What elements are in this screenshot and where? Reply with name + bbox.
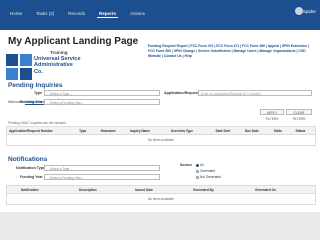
source-all-label: All (200, 163, 204, 167)
nav-home[interactable]: Home (8, 10, 24, 18)
user-name[interactable]: Spider (303, 9, 316, 14)
col-type[interactable]: Type (77, 129, 98, 133)
col-status[interactable]: Status (294, 129, 315, 133)
logo-text: Training Universal Service Administrativ… (34, 50, 81, 75)
notifications-table-header: Notification Description Issued Date Gen… (7, 186, 315, 194)
col-generated-on[interactable]: Generated On (253, 188, 305, 192)
col-application-request-number[interactable]: Application/Request Number (7, 129, 77, 133)
source-not-generated-radio[interactable] (196, 175, 199, 179)
pending-empty-message: No items available (147, 138, 175, 142)
main-page: My Applicant Landing Page Training Unive… (0, 30, 320, 212)
col-nickname[interactable]: Nickname (99, 129, 128, 133)
pending-table-header: Application/Request Number Type Nickname… (7, 127, 315, 135)
clear-filters-button[interactable]: CLEAR FILTERS (286, 109, 312, 121)
usac-logo-icon (6, 54, 32, 80)
col-description[interactable]: Description (77, 188, 133, 192)
notifications-table: Notification Description Issued Date Gen… (6, 185, 316, 205)
notifications-empty-message: No items available (147, 197, 175, 201)
col-edits[interactable]: Edits (272, 129, 293, 133)
source-not-generated-label: Not Generated (200, 175, 221, 179)
application-request-label: Application/Request (164, 91, 199, 95)
apply-filters-button[interactable]: APPLY FILTERS (260, 109, 284, 121)
col-notification[interactable]: Notification (7, 188, 77, 192)
notification-funding-year-label: Funding Year (20, 175, 43, 179)
application-request-input[interactable]: Enter an Application/Request ID # Number (198, 90, 312, 96)
type-select-value: -- Select a Type -- (47, 92, 73, 96)
col-inquiry-name[interactable]: Inquiry Name (128, 129, 169, 133)
funding-year-select-value: -- Select a Funding Year -- (47, 101, 85, 105)
notifications-title: Notifications (8, 156, 48, 163)
type-select[interactable]: -- Select a Type -- (44, 90, 160, 96)
source-label: Source (180, 163, 193, 167)
notification-funding-year-select-value: -- Select a Funding Year -- (47, 176, 85, 180)
type-label: Type (34, 91, 43, 95)
col-overview-type[interactable]: Overview Type (169, 129, 214, 133)
col-due-date[interactable]: Due Date (243, 129, 272, 133)
user-avatar[interactable] (295, 7, 303, 15)
notification-type-select[interactable]: -- Select a Type -- (44, 165, 160, 171)
top-navigation-bar: Home Tasks (2) Records Reports Actions S… (0, 0, 320, 30)
pending-note: Pending USAC Inquiries are not included (8, 121, 66, 125)
nav-records[interactable]: Records (66, 10, 87, 18)
source-all-radio[interactable] (196, 163, 199, 167)
nav-reports[interactable]: Reports (97, 10, 119, 18)
pending-inquiries-title: Pending Inquiries (8, 82, 63, 89)
notification-type-label: Notification Type (16, 166, 45, 170)
logo-line-3: Co. (34, 68, 44, 75)
funding-year-select[interactable]: -- Select a Funding Year -- (44, 99, 160, 105)
quick-links[interactable]: Funding Request Report | FCC Form 470 | … (148, 44, 312, 60)
notification-funding-year-select[interactable]: -- Select a Funding Year -- (44, 174, 160, 180)
col-generated-by[interactable]: Generated By (191, 188, 253, 192)
pending-inquiries-table: Application/Request Number Type Nickname… (6, 126, 316, 146)
source-generated-label: Generated (200, 169, 216, 173)
col-date-sent[interactable]: Date Sent (214, 129, 243, 133)
nav-tasks[interactable]: Tasks (2) (34, 10, 56, 18)
nav-actions[interactable]: Actions (128, 10, 147, 18)
page-title: My Applicant Landing Page (8, 36, 139, 47)
source-generated-radio[interactable] (196, 169, 199, 173)
col-issued-date[interactable]: Issued Date (133, 188, 191, 192)
funding-year-label: Funding Year (20, 100, 43, 104)
nav-menu: Home Tasks (2) Records Reports Actions (8, 10, 147, 18)
notification-type-select-value: -- Select a Type -- (47, 167, 73, 171)
